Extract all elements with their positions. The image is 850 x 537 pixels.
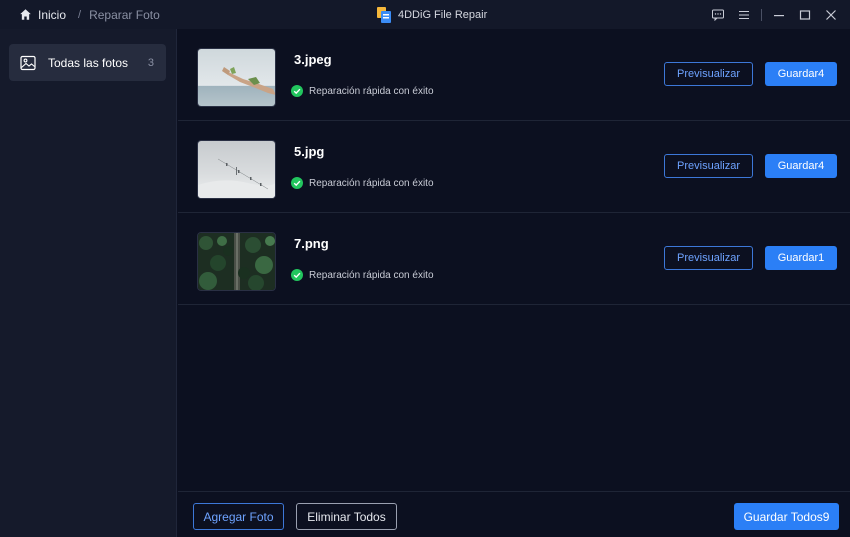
breadcrumb-current: Reparar Foto: [89, 7, 160, 22]
preview-button[interactable]: Previsualizar: [664, 62, 753, 86]
sidebar-item-all-photos[interactable]: Todas las fotos 3: [9, 44, 166, 81]
file-row: 5.jpg Reparación rápida con éxito Previs…: [178, 121, 850, 213]
menu-icon: [739, 10, 749, 19]
image-icon: [20, 55, 36, 70]
save-button[interactable]: Guardar4: [765, 154, 837, 178]
repair-status: Reparación rápida con éxito: [291, 269, 434, 281]
controls-divider: [761, 8, 762, 21]
success-check-icon: [291, 269, 303, 281]
repair-status-text: Reparación rápida con éxito: [309, 269, 434, 281]
file-name: 5.jpg: [294, 144, 325, 159]
minimize-button[interactable]: [766, 0, 792, 29]
window-controls: [705, 0, 850, 29]
breadcrumb-separator: /: [78, 8, 82, 21]
delete-all-button[interactable]: Eliminar Todos: [296, 503, 397, 530]
menu-button[interactable]: [731, 0, 757, 29]
file-row: 7.png Reparación rápida con éxito Previs…: [178, 213, 850, 305]
file-list: 3.jpeg Reparación rápida con éxito Previ…: [178, 29, 850, 305]
app-window: Inicio / Reparar Foto 4DDiG File Repair: [0, 0, 850, 537]
home-label: Inicio: [38, 7, 67, 22]
success-check-icon: [291, 85, 303, 97]
repair-status-text: Reparación rápida con éxito: [309, 85, 434, 97]
add-photo-button[interactable]: Agregar Foto: [193, 503, 284, 530]
feedback-icon: [712, 9, 724, 21]
breadcrumb: Inicio / Reparar Foto: [19, 0, 160, 29]
file-thumbnail[interactable]: [197, 140, 276, 199]
sidebar-item-label: Todas las fotos: [48, 55, 129, 70]
hand-over-sea-image: [198, 49, 275, 106]
app-title: 4DDiG File Repair: [377, 0, 487, 29]
foggy-ski-lift-image: [198, 141, 275, 198]
forest-road-aerial-image: [198, 233, 275, 290]
save-all-button[interactable]: Guardar Todos9: [734, 503, 839, 530]
close-icon: [826, 9, 836, 20]
preview-button[interactable]: Previsualizar: [664, 246, 753, 270]
success-check-icon: [291, 177, 303, 189]
home-link[interactable]: Inicio: [19, 8, 66, 22]
home-icon: [20, 9, 31, 20]
minimize-icon: [774, 14, 784, 16]
sidebar: Todas las fotos 3: [0, 29, 177, 537]
app-title-text: 4DDiG File Repair: [398, 8, 488, 21]
maximize-icon: [799, 9, 811, 20]
repair-status-text: Reparación rápida con éxito: [309, 177, 434, 189]
maximize-button[interactable]: [792, 0, 818, 29]
title-bar: Inicio / Reparar Foto 4DDiG File Repair: [0, 0, 850, 29]
feedback-button[interactable]: [705, 0, 731, 29]
repair-status: Reparación rápida con éxito: [291, 177, 434, 189]
sidebar-item-count: 3: [147, 56, 154, 69]
save-button[interactable]: Guardar4: [765, 62, 837, 86]
file-thumbnail[interactable]: [197, 48, 276, 107]
file-name: 7.png: [294, 236, 329, 251]
file-row: 3.jpeg Reparación rápida con éxito Previ…: [178, 29, 850, 121]
app-logo-icon: [377, 6, 391, 23]
close-button[interactable]: [818, 0, 844, 29]
file-name: 3.jpeg: [294, 52, 332, 67]
save-button[interactable]: Guardar1: [765, 246, 837, 270]
repair-status: Reparación rápida con éxito: [291, 85, 434, 97]
file-thumbnail[interactable]: [197, 232, 276, 291]
preview-button[interactable]: Previsualizar: [664, 154, 753, 178]
footer-bar: Agregar Foto Eliminar Todos Guardar Todo…: [178, 491, 850, 537]
